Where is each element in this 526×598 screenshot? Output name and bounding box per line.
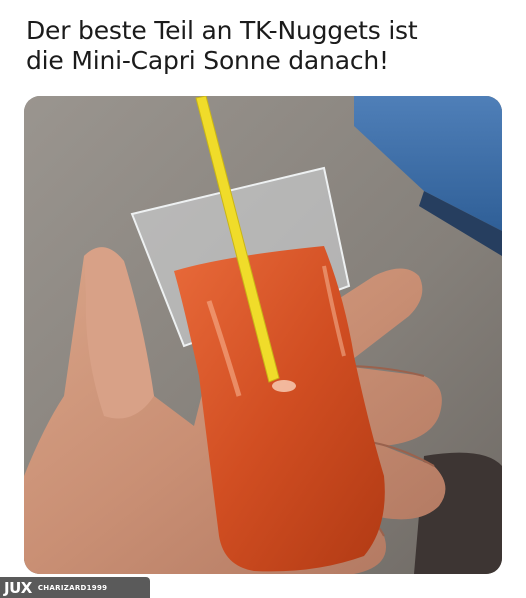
jux-logo: JUX: [4, 578, 32, 597]
watermark-username: CHARIZARD1999: [37, 583, 108, 592]
watermark: JUX CHARIZARD1999: [0, 577, 150, 598]
caption-line-2: die Mini-Capri Sonne danach!: [26, 46, 389, 75]
meme-photo: [24, 96, 502, 574]
meme-caption: Der beste Teil an TK-Nuggets ist die Min…: [26, 16, 506, 76]
caption-line-1: Der beste Teil an TK-Nuggets ist: [26, 16, 418, 45]
photo-illustration: [24, 96, 502, 574]
